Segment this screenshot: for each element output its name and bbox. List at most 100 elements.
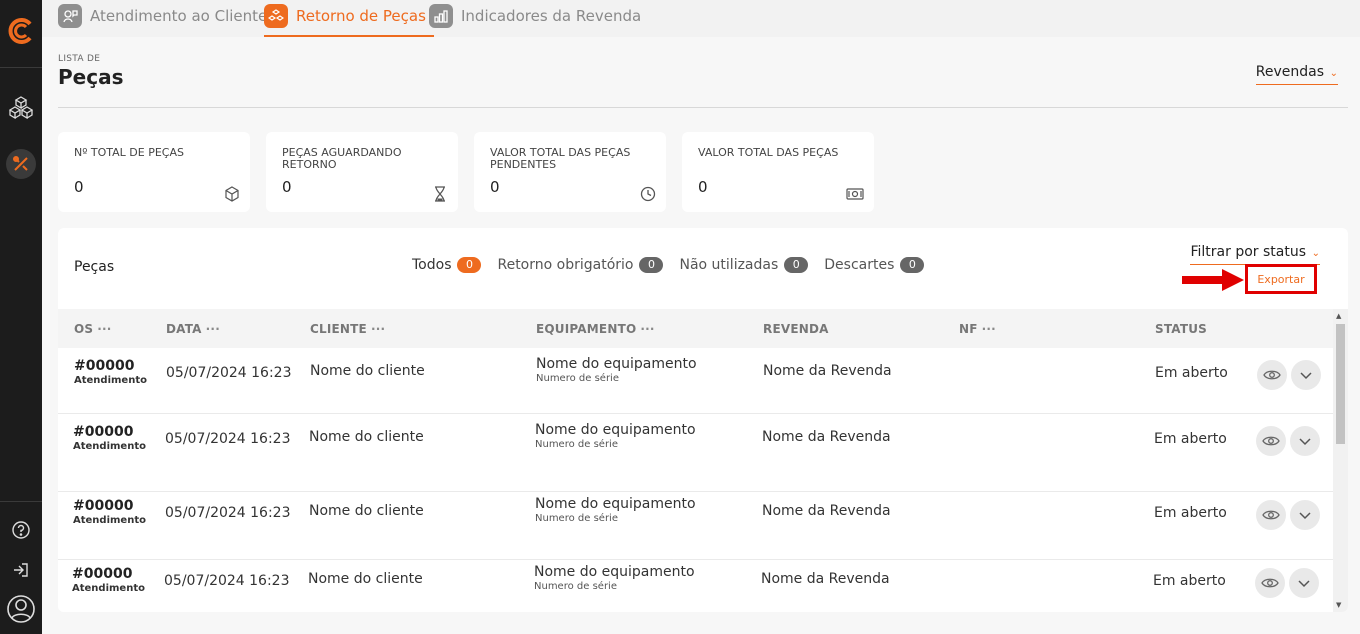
filter-nao-utilizadas[interactable]: Não utilizadas 0 [679, 257, 809, 273]
tools-icon[interactable] [6, 149, 36, 179]
expand-chevron-icon[interactable] [1291, 360, 1321, 390]
col-cliente[interactable]: CLIENTE ··· [310, 322, 385, 336]
more-icon: ··· [981, 322, 996, 336]
serial-number: Numero de série [535, 439, 618, 450]
sidebar-divider [0, 501, 42, 502]
equipment-name: Nome do equipamento [536, 356, 697, 372]
os-number: #00000 [73, 498, 134, 514]
sidebar [0, 0, 42, 634]
chevron-down-icon: ⌄ [1329, 68, 1338, 79]
status-cell: Em aberto [1154, 505, 1227, 521]
scrollbar-thumb[interactable] [1336, 324, 1345, 444]
stat-card-valor-pendentes: VALOR TOTAL DAS PEÇAS PENDENTES 0 [474, 132, 666, 212]
serial-number: Numero de série [536, 373, 619, 384]
os-cell: #00000 Atendimento [72, 566, 145, 594]
chart-icon [429, 4, 453, 28]
col-nf[interactable]: NF ··· [959, 322, 996, 336]
card-value: 0 [282, 178, 292, 196]
count-badge: 0 [457, 257, 482, 273]
hourglass-icon [432, 186, 448, 202]
tab-label: Atendimento ao Cliente [90, 7, 268, 25]
table-row[interactable]: #00000 Atendimento 05/07/2024 16:23 Nome… [58, 560, 1333, 612]
os-type: Atendimento [73, 515, 146, 526]
user-avatar-icon[interactable] [6, 594, 36, 624]
stat-card-valor-total: VALOR TOTAL DAS PEÇAS 0 [682, 132, 874, 212]
status-filter-tabs: Todos 0 Retorno obrigatório 0 Não utiliz… [412, 257, 940, 273]
more-icon: ··· [640, 322, 655, 336]
filter-label: Todos [412, 257, 452, 273]
sidebar-divider [0, 67, 42, 68]
col-data[interactable]: DATA ··· [166, 322, 220, 336]
card-label: VALOR TOTAL DAS PEÇAS PENDENTES [490, 146, 631, 171]
card-value: 0 [490, 178, 500, 196]
table-row[interactable]: #00000 Atendimento 05/07/2024 16:23 Nome… [58, 348, 1333, 414]
client-cell: Nome do cliente [310, 363, 425, 379]
export-button[interactable]: Exportar [1245, 264, 1317, 294]
revenda-cell: Nome da Revenda [762, 503, 891, 519]
logout-icon[interactable] [6, 555, 36, 585]
col-label: EQUIPAMENTO [536, 322, 637, 336]
client-cell: Nome do cliente [309, 429, 424, 445]
view-eye-icon[interactable] [1256, 500, 1286, 530]
os-cell: #00000 Atendimento [73, 424, 146, 452]
date-cell: 05/07/2024 16:23 [164, 573, 290, 589]
filter-label: Descartes [824, 257, 895, 273]
page-kicker: LISTA DE [58, 54, 101, 64]
table-scrollbar[interactable]: ▲ ▼ [1333, 309, 1348, 612]
scroll-down-icon[interactable]: ▼ [1336, 601, 1341, 609]
filter-label: Não utilizadas [679, 257, 779, 273]
col-label: NF [959, 322, 978, 336]
equipment-name: Nome do equipamento [535, 496, 696, 512]
status-cell: Em aberto [1153, 573, 1226, 589]
more-icon: ··· [97, 322, 112, 336]
table-header: OS ··· DATA ··· CLIENTE ··· EQUIPAMENTO ··· … [58, 309, 1348, 348]
export-label: Exportar [1257, 272, 1305, 286]
col-os[interactable]: OS ··· [74, 322, 112, 336]
expand-chevron-icon[interactable] [1289, 568, 1319, 598]
col-status[interactable]: STATUS [1155, 322, 1207, 336]
col-label: OS [74, 322, 94, 336]
tab-indicadores[interactable]: Indicadores da Revenda [429, 4, 641, 37]
more-icon: ··· [370, 322, 386, 336]
top-tabs: Atendimento ao Cliente Retorno de Peças … [42, 0, 1360, 37]
tab-retorno-pecas[interactable]: Retorno de Peças [264, 4, 434, 37]
red-arrow-annotation [1182, 269, 1244, 291]
card-label: Nº TOTAL DE PEÇAS [74, 146, 184, 159]
revenda-cell: Nome da Revenda [762, 429, 891, 445]
os-type: Atendimento [74, 375, 147, 386]
filter-todos[interactable]: Todos 0 [412, 257, 482, 273]
help-icon[interactable] [6, 515, 36, 545]
view-eye-icon[interactable] [1257, 360, 1287, 390]
logo-icon[interactable] [6, 16, 36, 46]
cube-icon [224, 186, 240, 202]
os-type: Atendimento [72, 583, 145, 594]
filter-descartes[interactable]: Descartes 0 [824, 257, 925, 273]
count-badge: 0 [639, 257, 664, 273]
cubes-icon[interactable] [6, 92, 36, 122]
view-eye-icon[interactable] [1256, 426, 1286, 456]
scroll-up-icon[interactable]: ▲ [1336, 312, 1341, 320]
equipment-cell: Nome do equipamento Numero de série [534, 564, 695, 592]
serial-number: Numero de série [534, 581, 617, 592]
client-cell: Nome do cliente [308, 571, 423, 587]
filter-retorno-obrigatorio[interactable]: Retorno obrigatório 0 [497, 257, 664, 273]
equipment-name: Nome do equipamento [535, 422, 696, 438]
table-row[interactable]: #00000 Atendimento 05/07/2024 16:23 Nome… [58, 492, 1333, 560]
view-eye-icon[interactable] [1255, 568, 1285, 598]
tab-label: Indicadores da Revenda [461, 7, 642, 25]
status-filter-dropdown[interactable]: Filtrar por status ⌄ [1190, 244, 1320, 265]
col-equipamento[interactable]: EQUIPAMENTO ··· [536, 322, 655, 336]
os-number: #00000 [72, 566, 133, 582]
serial-number: Numero de série [535, 513, 618, 524]
chevron-down-icon: ⌄ [1311, 248, 1320, 259]
equipment-cell: Nome do equipamento Numero de série [535, 422, 696, 450]
revendas-dropdown[interactable]: Revendas ⌄ [1255, 64, 1338, 85]
expand-chevron-icon[interactable] [1290, 500, 1320, 530]
col-revenda[interactable]: REVENDA [763, 322, 829, 336]
table-row[interactable]: #00000 Atendimento 05/07/2024 16:23 Nome… [58, 414, 1333, 492]
divider [58, 107, 1348, 108]
filter-label: Retorno obrigatório [497, 257, 634, 273]
money-icon [846, 186, 864, 202]
tab-atendimento[interactable]: Atendimento ao Cliente [58, 4, 267, 37]
expand-chevron-icon[interactable] [1290, 426, 1320, 456]
